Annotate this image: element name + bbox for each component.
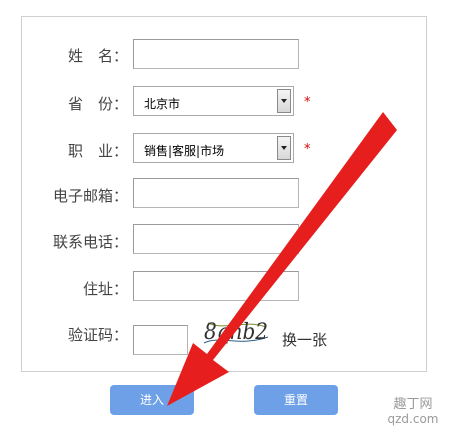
- red-arrow-icon: [167, 112, 397, 406]
- red-arrow-annotation: [167, 112, 397, 406]
- watermark-domain: qzd.com: [387, 412, 439, 426]
- watermark-text: 趣丁网: [393, 397, 433, 412]
- site-watermark: 趣丁网 qzd.com: [380, 397, 446, 427]
